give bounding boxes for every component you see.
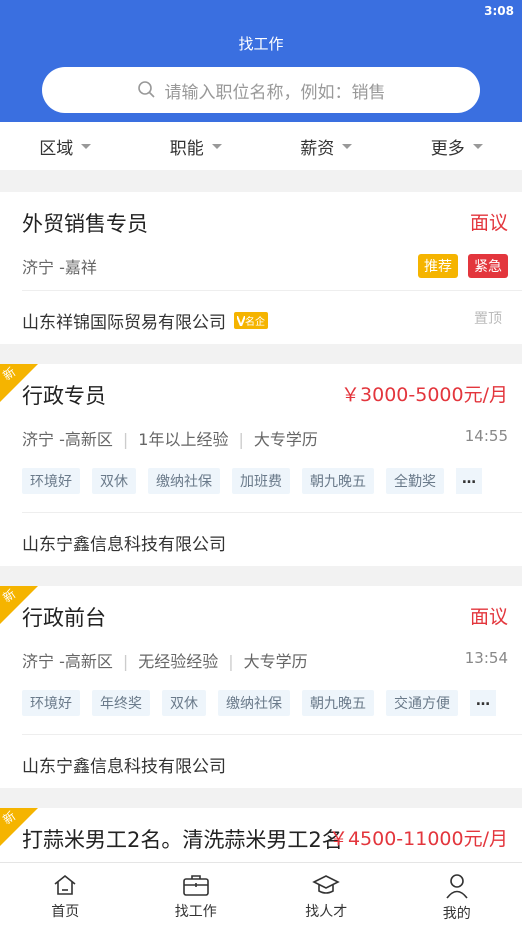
tag: 年终奖 (92, 690, 150, 716)
tag: 双休 (162, 690, 206, 716)
job-card[interactable]: 外贸销售专员 面议 济宁 -嘉祥 推荐 紧急 山东祥锦国际贸易有限公司 名企 置… (0, 192, 522, 344)
page-title: 找工作 (0, 33, 522, 54)
filter-more[interactable]: 更多 (392, 122, 522, 170)
job-location: 济宁 -嘉祥 (22, 254, 97, 278)
job-salary: ￥4500-11000元/月 (329, 824, 508, 851)
welfare-tags: 环境好 双休 缴纳社保 加班费 朝九晚五 全勤奖 … (22, 468, 482, 494)
famous-company-badge: 名企 (234, 312, 268, 329)
tag: 交通方便 (386, 690, 458, 716)
divider (22, 290, 522, 291)
tab-home[interactable]: 首页 (0, 863, 131, 935)
job-meta: 济宁 -高新区|无经验经验|大专学历 (22, 648, 308, 672)
job-meta: 济宁 -高新区|1年以上经验|大专学历 (22, 426, 318, 450)
more-tags: … (456, 468, 482, 494)
tag: 环境好 (22, 468, 80, 494)
bottom-tabbar: 首页 找工作 找人才 我的 (0, 862, 522, 935)
home-icon (52, 873, 78, 897)
filter-region[interactable]: 区域 (0, 122, 131, 170)
search-input[interactable]: 请输入职位名称，例如：销售 (42, 67, 480, 113)
tag: 加班费 (232, 468, 290, 494)
tab-find-job[interactable]: 找工作 (131, 863, 262, 935)
search-placeholder: 请输入职位名称，例如：销售 (165, 78, 386, 103)
more-tags: … (470, 690, 496, 716)
post-time: 13:54 (465, 649, 508, 667)
company-name: 山东宁鑫信息科技有限公司 (22, 530, 226, 555)
job-title: 行政前台 (22, 602, 106, 632)
tag: 缴纳社保 (148, 468, 220, 494)
company-name: 山东祥锦国际贸易有限公司 名企 (22, 308, 268, 333)
recommend-badge: 推荐 (418, 254, 458, 278)
search-icon (137, 80, 157, 100)
post-time: 14:55 (465, 427, 508, 445)
tab-find-talent[interactable]: 找人才 (261, 863, 392, 935)
status-time: 3:08 (484, 4, 514, 18)
briefcase-icon (182, 873, 210, 897)
job-title: 行政专员 (22, 380, 106, 410)
tag: 环境好 (22, 690, 80, 716)
tag: 全勤奖 (386, 468, 444, 494)
tag: 朝九晚五 (302, 468, 374, 494)
job-salary: 面议 (470, 602, 508, 629)
divider (22, 734, 522, 735)
v-icon (237, 316, 245, 326)
tag: 缴纳社保 (218, 690, 290, 716)
chevron-down-icon (212, 144, 222, 149)
user-icon (445, 873, 469, 899)
filter-bar: 区域 职能 薪资 更多 (0, 122, 522, 170)
tag: 双休 (92, 468, 136, 494)
job-title: 外贸销售专员 (22, 208, 148, 238)
job-card[interactable]: 新 打蒜米男工2名。清洗蒜米男工2名 ￥4500-11000元/月 (0, 808, 522, 862)
chevron-down-icon (342, 144, 352, 149)
job-salary: 面议 (470, 208, 508, 235)
graduation-cap-icon (312, 873, 340, 897)
pin-label: 置顶 (474, 308, 502, 328)
company-name: 山东宁鑫信息科技有限公司 (22, 752, 226, 777)
job-card[interactable]: 新 行政专员 ￥3000-5000元/月 济宁 -高新区|1年以上经验|大专学历… (0, 364, 522, 566)
tab-profile[interactable]: 我的 (392, 863, 522, 935)
filter-function[interactable]: 职能 (131, 122, 262, 170)
tag: 朝九晚五 (302, 690, 374, 716)
job-title: 打蒜米男工2名。清洗蒜米男工2名 (22, 824, 342, 854)
filter-salary[interactable]: 薪资 (261, 122, 392, 170)
chevron-down-icon (473, 144, 483, 149)
app-header: 3:08 找工作 请输入职位名称，例如：销售 (0, 0, 522, 122)
welfare-tags: 环境好 年终奖 双休 缴纳社保 朝九晚五 交通方便 … (22, 690, 496, 716)
divider (22, 512, 522, 513)
urgent-badge: 紧急 (468, 254, 508, 278)
job-card[interactable]: 新 行政前台 面议 济宁 -高新区|无经验经验|大专学历 13:54 环境好 年… (0, 586, 522, 788)
job-salary: ￥3000-5000元/月 (341, 380, 508, 407)
chevron-down-icon (81, 144, 91, 149)
